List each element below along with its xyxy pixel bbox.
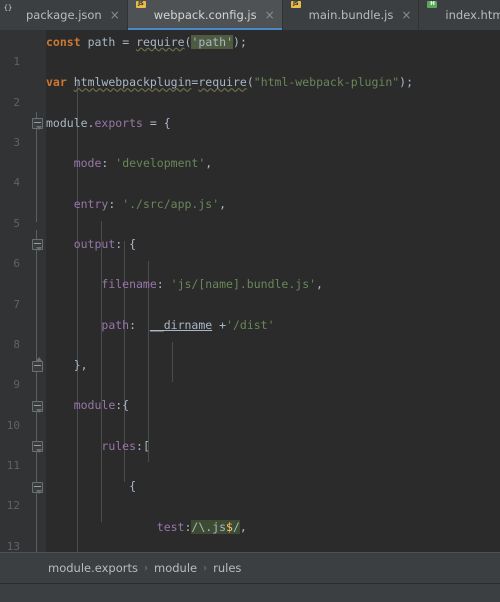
fold-marker[interactable] (32, 441, 43, 454)
line-code: { (46, 479, 137, 494)
editor-tab-bar: package.json × JS webpack.config.js × JS… (0, 0, 500, 30)
code-line[interactable]: 2 var htmlwebpackplugin=require("html-we… (0, 72, 500, 108)
line-number: 7 (13, 297, 20, 311)
code-line[interactable]: 13 test:/\.js$/, (0, 517, 500, 552)
line-code: path: __dirname +'/dist' (101, 317, 275, 332)
line-number: 10 (6, 418, 20, 432)
line-code: output: { (73, 236, 137, 251)
line-code: test:/\.js$/, (156, 519, 247, 534)
breadcrumb: module.exports › module › rules (0, 552, 500, 583)
line-number: 3 (13, 135, 20, 149)
line-number: 4 (13, 176, 20, 190)
tab-label: webpack.config.js (153, 8, 257, 22)
html-badge: H (427, 1, 438, 8)
fold-marker[interactable] (32, 118, 43, 131)
line-code: module.exports = { (46, 115, 171, 130)
breadcrumb-item-module[interactable]: module (154, 561, 197, 575)
close-icon[interactable]: × (265, 9, 275, 21)
tab-main-bundle-js[interactable]: JS main.bundle.js × (283, 0, 420, 30)
line-number: 8 (13, 337, 20, 351)
ide-window: package.json × JS webpack.config.js × JS… (0, 0, 500, 602)
code-line[interactable]: 9 }, (0, 355, 500, 391)
js-file-icon: JS (290, 1, 304, 22)
fold-marker[interactable] (32, 481, 43, 494)
tab-package-json[interactable]: package.json × (0, 0, 128, 30)
code-line[interactable]: 12 { (0, 476, 500, 512)
code-line[interactable]: 5 entry: './src/app.js', (0, 194, 500, 230)
line-number: 6 (13, 257, 20, 271)
close-icon[interactable]: × (110, 9, 120, 21)
js-file-icon: JS (135, 1, 149, 22)
line-number: 5 (13, 216, 20, 230)
code-line[interactable]: 4 mode: 'development', (0, 153, 500, 189)
html-file-icon: H (427, 1, 440, 22)
code-line[interactable]: 3 module.exports = { (0, 113, 500, 149)
code-line[interactable]: 1 const path = require('path'); (0, 32, 500, 68)
fold-marker[interactable] (32, 239, 43, 252)
tab-index-html[interactable]: H index.html × (419, 0, 500, 30)
line-code: module:{ (73, 398, 130, 413)
line-number: 2 (13, 95, 20, 109)
js-badge: JS (290, 1, 301, 8)
line-number: 9 (13, 378, 20, 392)
code-line[interactable]: 6 output: { (0, 234, 500, 270)
line-number: 1 (13, 55, 20, 69)
fold-marker[interactable] (32, 400, 43, 413)
code-lines: 1 const path = require('path'); 2 var ht… (0, 30, 500, 552)
chevron-right-icon: › (203, 562, 208, 574)
line-code: var htmlwebpackplugin=require("html-webp… (46, 75, 414, 90)
line-number: 11 (6, 459, 20, 473)
code-line[interactable]: 8 path: __dirname +'/dist' (0, 315, 500, 351)
tab-label: package.json (26, 8, 102, 22)
tab-label: index.html (445, 8, 500, 22)
breadcrumb-item-module-exports[interactable]: module.exports (48, 561, 138, 575)
line-code: entry: './src/app.js', (73, 196, 227, 211)
line-code: const path = require('path'); (46, 35, 247, 49)
tab-webpack-config-js[interactable]: JS webpack.config.js × (127, 0, 283, 30)
status-bar (0, 583, 500, 602)
line-code: rules:[ (101, 438, 150, 453)
close-icon[interactable]: × (401, 9, 411, 21)
code-line[interactable]: 11 rules:[ (0, 436, 500, 472)
line-code: mode: 'development', (73, 156, 213, 171)
fold-marker[interactable] (32, 356, 43, 372)
line-number: 13 (6, 539, 20, 552)
line-code: }, (46, 358, 88, 373)
code-line[interactable]: 10 module:{ (0, 395, 500, 431)
line-code: filename: 'js/[name].bundle.js', (101, 277, 323, 292)
tab-label: main.bundle.js (308, 8, 394, 22)
code-line[interactable]: 7 filename: 'js/[name].bundle.js', (0, 274, 500, 310)
json-file-icon (8, 8, 21, 22)
code-editor[interactable]: 1 const path = require('path'); 2 var ht… (0, 30, 500, 552)
line-number: 12 (6, 499, 20, 513)
chevron-right-icon: › (144, 562, 148, 574)
breadcrumb-item-rules[interactable]: rules (213, 561, 241, 575)
js-badge: JS (135, 1, 146, 8)
